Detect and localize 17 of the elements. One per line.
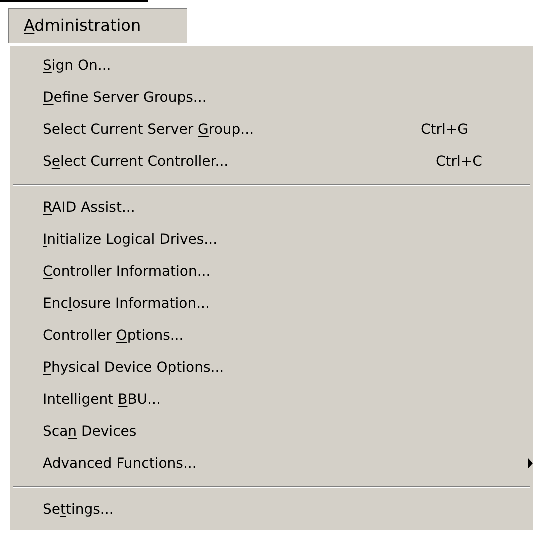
menu-item[interactable]: Sign On... (10, 50, 533, 82)
menu-item[interactable]: Settings... (10, 494, 533, 526)
menu-item[interactable]: Select Current Server Group... Ctrl+G (10, 114, 533, 146)
menu-item[interactable]: RAID Assist... (10, 192, 533, 224)
menu-item[interactable]: Define Server Groups... (10, 82, 533, 114)
shortcut-label: Ctrl+G (421, 120, 468, 140)
menu-item[interactable]: Enclosure Information... (10, 288, 533, 320)
menu-item[interactable]: Controller Information... (10, 256, 533, 288)
menu-item[interactable]: Intelligent BBU... (10, 384, 533, 416)
menu-item[interactable]: Scan Devices (10, 416, 533, 448)
menu-item[interactable]: Initialize Logical Drives... (10, 224, 533, 256)
menu-item[interactable]: Physical Device Options... (10, 352, 533, 384)
shortcut-label: Ctrl+C (435, 152, 482, 172)
menu-item[interactable]: Advanced Functions... (10, 448, 533, 480)
menu-bar-item[interactable]: Administration (8, 8, 188, 44)
menu-item[interactable]: Controller Options... (10, 320, 533, 352)
menu-item[interactable]: Select Current Controller... Ctrl+C (10, 146, 533, 178)
